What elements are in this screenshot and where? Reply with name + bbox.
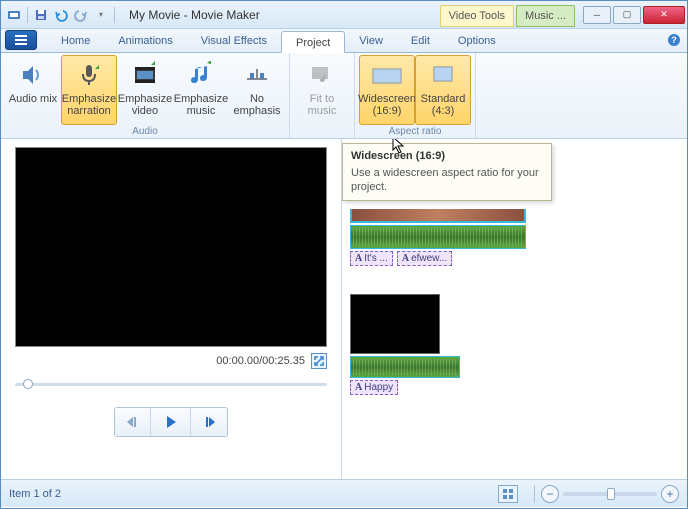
widescreen-icon	[371, 59, 403, 91]
qat-dropdown-icon[interactable]: ▾	[92, 6, 110, 24]
emphasize-music-label: Emphasize music	[174, 93, 228, 117]
standard-label: Standard (4:3)	[418, 93, 468, 117]
caption-1[interactable]: AIt's ...	[350, 251, 393, 266]
playback-controls	[114, 407, 228, 437]
cursor-icon	[392, 139, 406, 154]
ribbon-tabs: Home Animations Visual Effects Project V…	[1, 29, 687, 53]
fit-to-music-icon	[306, 59, 338, 91]
standard-button[interactable]: Standard (4:3)	[415, 55, 471, 125]
video-preview	[15, 147, 327, 347]
audio-group-label: Audio	[5, 125, 285, 138]
undo-icon[interactable]	[52, 6, 70, 24]
redo-icon[interactable]	[72, 6, 90, 24]
previous-frame-button[interactable]	[115, 408, 151, 436]
tab-options[interactable]: Options	[444, 30, 510, 52]
no-emphasis-label: No emphasis	[232, 93, 282, 117]
audio-mix-icon	[17, 59, 49, 91]
workspace: 00:00.00/00:25.35 Widescreen (16:9) Use …	[1, 139, 687, 479]
audio-mix-button[interactable]: Audio mix	[5, 55, 61, 125]
maximize-button[interactable]: ▢	[613, 6, 641, 24]
emphasize-narration-label: Emphasize narration	[62, 93, 116, 117]
tab-edit[interactable]: Edit	[397, 30, 444, 52]
music-note-icon	[185, 59, 217, 91]
tab-home[interactable]: Home	[47, 30, 104, 52]
next-frame-button[interactable]	[191, 408, 227, 436]
context-tab-music[interactable]: Music ...	[516, 5, 575, 27]
minimize-button[interactable]: ─	[583, 6, 611, 24]
emphasize-video-button[interactable]: Emphasize video	[117, 55, 173, 125]
clip-audio-waveform	[350, 225, 526, 249]
clip-audio-waveform	[350, 356, 460, 378]
zoom-control: − +	[541, 485, 679, 503]
tooltip-body: Use a widescreen aspect ratio for your p…	[351, 166, 543, 194]
emphasize-narration-button[interactable]: Emphasize narration	[61, 55, 117, 125]
clip-2[interactable]: AHappy	[350, 294, 679, 395]
save-icon[interactable]	[32, 6, 50, 24]
fullscreen-button[interactable]	[311, 353, 327, 369]
title-bar: ▾ My Movie - Movie Maker Video Tools Mus…	[1, 1, 687, 29]
zoom-out-button[interactable]: −	[541, 485, 559, 503]
context-tab-video-tools[interactable]: Video Tools	[440, 5, 514, 27]
status-bar: Item 1 of 2 − +	[1, 479, 687, 507]
audio-mix-label: Audio mix	[9, 93, 57, 105]
microphone-icon	[73, 59, 105, 91]
caption-2[interactable]: Aefwew...	[397, 251, 452, 266]
aspect-ratio-group-label: Aspect ratio	[359, 125, 471, 138]
tab-project[interactable]: Project	[281, 31, 345, 53]
clip-video-thumb	[350, 294, 440, 354]
widescreen-tooltip: Widescreen (16:9) Use a widescreen aspec…	[342, 143, 552, 201]
play-button[interactable]	[151, 408, 191, 436]
tooltip-title: Widescreen (16:9)	[351, 150, 543, 162]
item-count: Item 1 of 2	[9, 488, 61, 500]
fit-to-music-button: Fit to music	[294, 55, 350, 125]
clip-1[interactable]: AIt's ... Aefwew...	[350, 209, 679, 266]
zoom-in-button[interactable]: +	[661, 485, 679, 503]
file-menu-button[interactable]	[5, 30, 37, 50]
filmstrip-icon	[129, 59, 161, 91]
tab-animations[interactable]: Animations	[104, 30, 186, 52]
close-button[interactable]: ✕	[643, 6, 685, 24]
caption-3[interactable]: AHappy	[350, 380, 398, 395]
ribbon: Audio mix Emphasize narration Emphasize …	[1, 53, 687, 139]
clip-video-thumb	[350, 209, 526, 223]
timeline-pane[interactable]: Widescreen (16:9) Use a widescreen aspec…	[341, 139, 687, 479]
zoom-slider[interactable]	[563, 492, 657, 496]
emphasize-music-button[interactable]: Emphasize music	[173, 55, 229, 125]
svg-text:?: ?	[671, 35, 677, 45]
widescreen-button[interactable]: Widescreen (16:9)	[359, 55, 415, 125]
emphasize-video-label: Emphasize video	[118, 93, 172, 117]
widescreen-label: Widescreen (16:9)	[358, 93, 416, 117]
window-title: My Movie - Movie Maker	[129, 8, 260, 22]
standard-icon	[427, 59, 459, 91]
preview-pane: 00:00.00/00:25.35	[1, 139, 341, 479]
time-display: 00:00.00/00:25.35	[216, 355, 305, 367]
seek-slider[interactable]	[15, 377, 327, 391]
tab-view[interactable]: View	[345, 30, 397, 52]
no-emphasis-button[interactable]: No emphasis	[229, 55, 285, 125]
fit-to-music-label: Fit to music	[297, 93, 347, 117]
app-icon	[5, 6, 23, 24]
view-toggle-button[interactable]	[498, 485, 518, 503]
balance-icon	[241, 59, 273, 91]
tab-visual-effects[interactable]: Visual Effects	[187, 30, 281, 52]
help-icon[interactable]: ?	[667, 33, 681, 47]
